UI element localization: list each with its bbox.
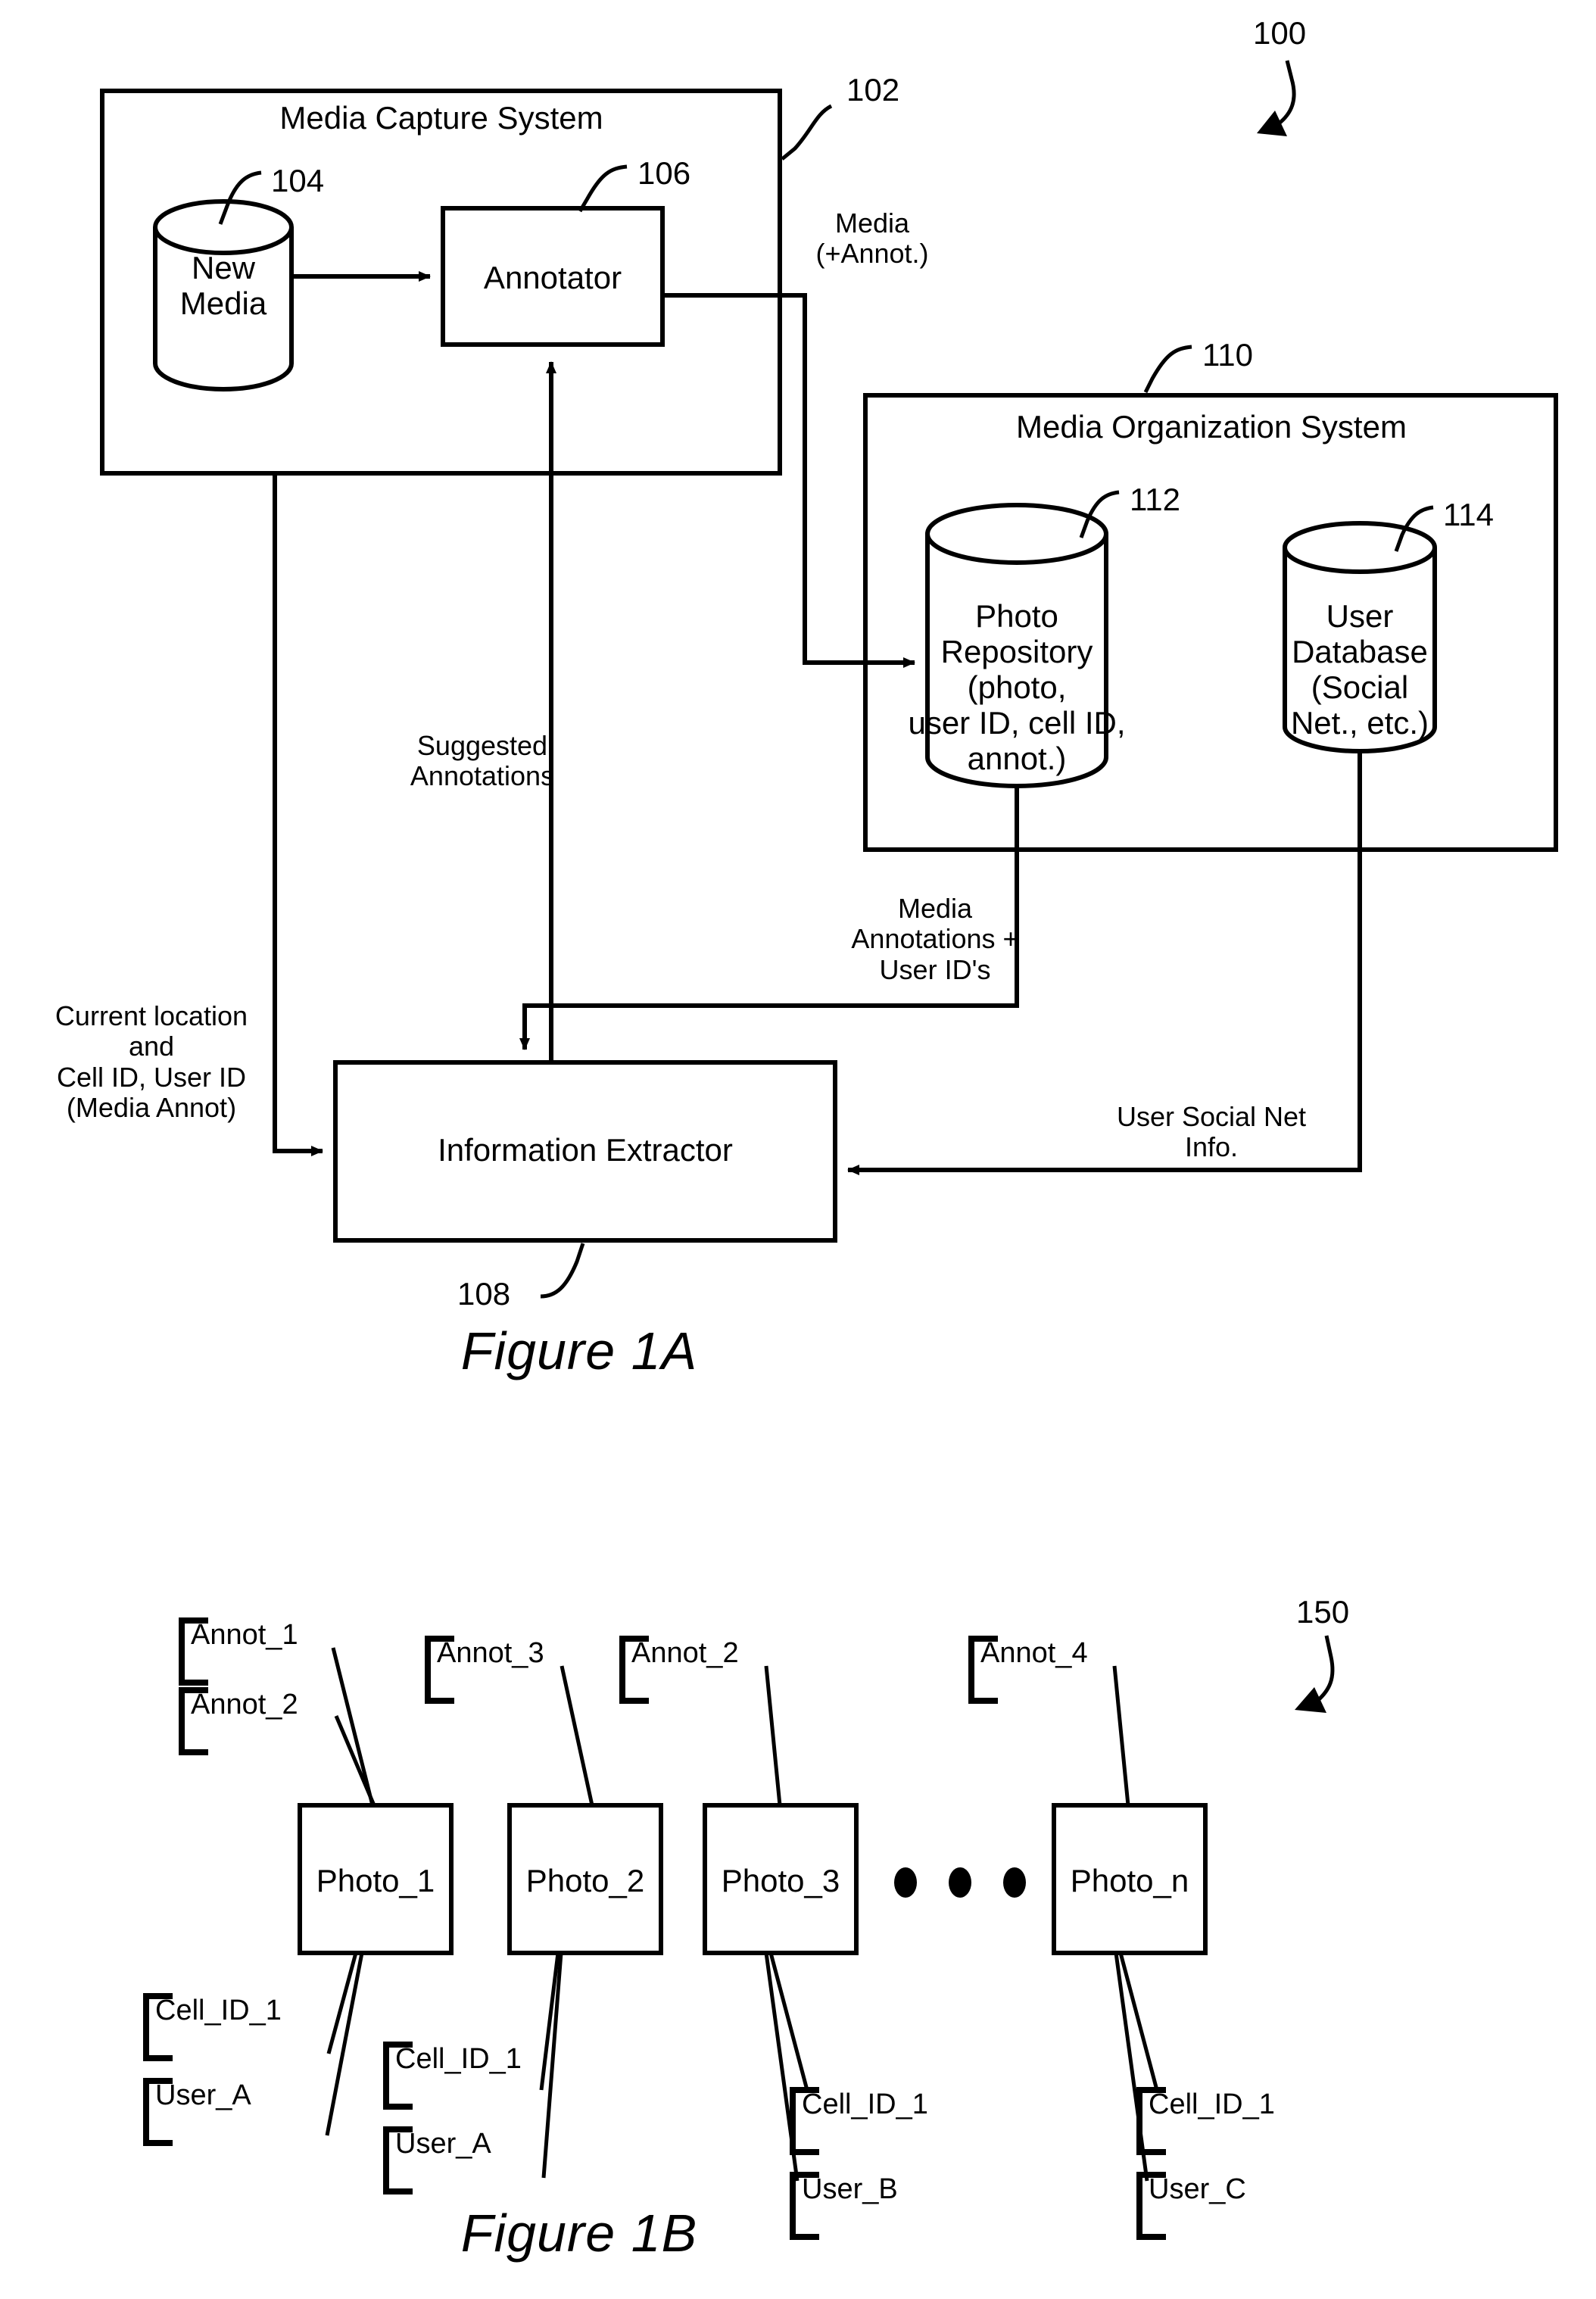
drawing-vector-layer <box>100 60 1558 2240</box>
ellipsis-dots <box>894 1867 1026 1898</box>
edge-label-current-location: Current location and Cell ID, User ID (M… <box>55 1000 248 1123</box>
ref-108: 108 <box>457 1276 511 1312</box>
photo-3-user-label: User_B <box>802 2173 898 2205</box>
ref-104: 104 <box>271 163 325 198</box>
photo-3-label: Photo_3 <box>721 1863 840 1898</box>
media-capture-system-title: Media Capture System <box>279 100 603 136</box>
photo-n-user-label: User_C <box>1149 2173 1246 2205</box>
leader-108 <box>540 1243 585 1299</box>
photo-1-user-label: User_A <box>155 2079 251 2111</box>
leader-150 <box>1316 1635 1335 1702</box>
leader-150-arrowhead <box>1295 1687 1326 1713</box>
ref-150: 150 <box>1296 1594 1350 1630</box>
ref-100: 100 <box>1253 15 1307 51</box>
ref-114: 114 <box>1443 497 1494 532</box>
edge-label-user-social-net-info: User Social Net Info. <box>1116 1101 1307 1163</box>
photo-1-label: Photo_1 <box>316 1863 435 1898</box>
patent-drawing-sheet: Media Capture System 102 100 New Media 1… <box>0 0 1596 2299</box>
ref-106: 106 <box>637 155 691 191</box>
figure-1a-caption: Figure 1A <box>460 1321 698 1380</box>
photo-1-cell-id-label: Cell_ID_1 <box>155 1995 282 2026</box>
user-database-label: User Database (Social Net., etc.) <box>1290 598 1429 741</box>
annotator-label: Annotator <box>483 260 622 295</box>
edge-label-media-annotations-user-ids: Media Annotations + User ID's <box>851 893 1019 985</box>
photo-3-cell-id-label: Cell_ID_1 <box>802 2088 928 2120</box>
media-organization-system-title: Media Organization System <box>1016 409 1407 445</box>
leader-106 <box>578 164 628 213</box>
photo-3-annot-2-label: Annot_2 <box>631 1637 739 1669</box>
figure-1b-caption: Figure 1B <box>460 2204 698 2263</box>
photo-2-user-label: User_A <box>395 2128 491 2160</box>
ref-110: 110 <box>1202 337 1253 373</box>
ref-102: 102 <box>846 72 900 108</box>
edge-current-location <box>273 476 323 1156</box>
photo-2-cell-id-label: Cell_ID_1 <box>395 2043 522 2075</box>
photo-2-annot-3-label: Annot_3 <box>437 1637 544 1669</box>
photo-1-annot-1-label: Annot_1 <box>191 1619 298 1651</box>
photo-2-label: Photo_2 <box>525 1863 645 1898</box>
photo-1-annot-2-label: Annot_2 <box>191 1689 298 1720</box>
connector-photo-n-annot-4 <box>1112 1665 1130 1806</box>
photo-n-label: Photo_n <box>1070 1863 1189 1898</box>
leader-100 <box>1276 60 1296 126</box>
photo-n-cell-id-label: Cell_ID_1 <box>1149 2088 1275 2120</box>
leader-100-arrowhead <box>1257 111 1287 136</box>
photo-repository-label: Photo Repository (photo, user ID, cell I… <box>908 598 1126 777</box>
edge-label-suggested-annotations: Suggested Annotations <box>410 730 555 792</box>
leader-102 <box>781 104 833 161</box>
edge-label-media-annot: Media (+Annot.) <box>815 207 929 270</box>
new-media-label: New Media <box>179 250 267 322</box>
edge-media-annot <box>662 293 915 668</box>
connector-photo-2-annot-3 <box>560 1665 594 1806</box>
leader-110 <box>1143 345 1192 394</box>
leader-104 <box>218 170 262 225</box>
photo-n-annot-4-label: Annot_4 <box>980 1637 1088 1669</box>
ref-112: 112 <box>1130 482 1180 517</box>
connector-photo-3-annot-2 <box>764 1665 782 1806</box>
information-extractor-label: Information Extractor <box>438 1132 733 1168</box>
